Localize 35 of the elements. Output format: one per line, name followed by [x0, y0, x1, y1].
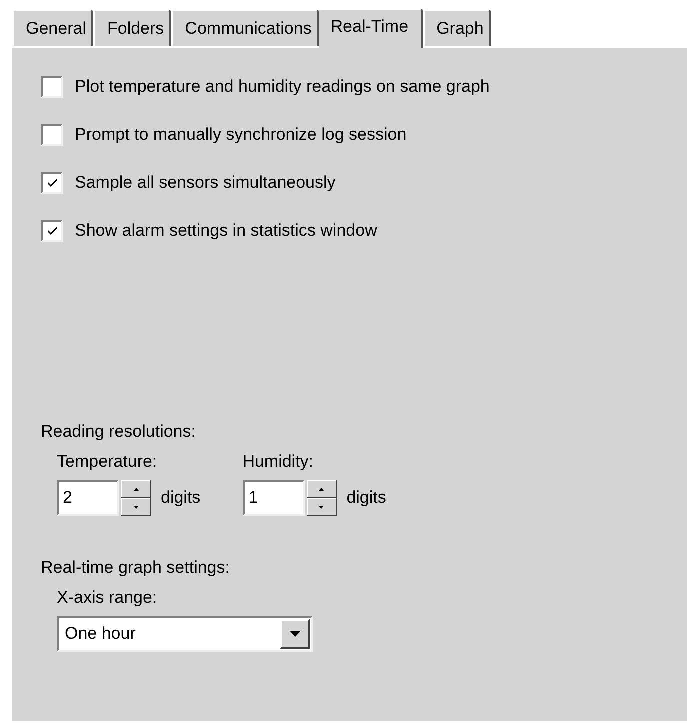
- tab[interactable]: Real-Time: [318, 8, 423, 48]
- checkbox-label: Show alarm settings in statistics window: [75, 221, 378, 241]
- section-label: Reading resolutions:: [41, 422, 197, 443]
- checkbox-label: Plot temperature and humidity readings on same graph: [75, 77, 490, 97]
- spin-up-button[interactable]: [121, 480, 151, 498]
- number-field[interactable]: 1: [242, 480, 305, 516]
- checkbox[interactable]: [41, 124, 63, 146]
- checkbox[interactable]: [41, 76, 63, 98]
- checkbox-label: Sample all sensors simultaneously: [75, 173, 336, 193]
- tab[interactable]: General: [12, 9, 94, 46]
- checkbox[interactable]: [41, 220, 63, 242]
- spin-up-button[interactable]: [306, 480, 337, 498]
- dropdown-button[interactable]: [280, 619, 310, 649]
- up-arrow-icon: [319, 488, 324, 490]
- unit-label: digits: [161, 488, 201, 508]
- field-label: Humidity:: [242, 452, 315, 473]
- tab[interactable]: Communications: [171, 9, 319, 46]
- tab[interactable]: Folders: [93, 9, 172, 46]
- field-label: X-axis range:: [57, 588, 158, 609]
- unit-label: digits: [346, 488, 386, 508]
- tab[interactable]: Graph: [422, 9, 491, 46]
- spin-down-button[interactable]: [306, 498, 337, 516]
- down-arrow-icon: [319, 506, 324, 508]
- caret-icon: [290, 631, 300, 637]
- number-field[interactable]: 2: [57, 480, 119, 516]
- check-mark-icon: [46, 226, 58, 236]
- range-dropdown[interactable]: One hour: [57, 616, 313, 652]
- check-mark-icon: [46, 178, 58, 188]
- spin-down-button[interactable]: [121, 498, 151, 516]
- up-arrow-icon: [134, 488, 138, 490]
- checkbox[interactable]: [41, 172, 63, 194]
- field-label: Temperature:: [57, 452, 158, 473]
- down-arrow-icon: [134, 506, 138, 508]
- section-label: Real-time graph settings:: [41, 558, 231, 579]
- checkbox-label: Prompt to manually synchronize log session: [75, 125, 407, 145]
